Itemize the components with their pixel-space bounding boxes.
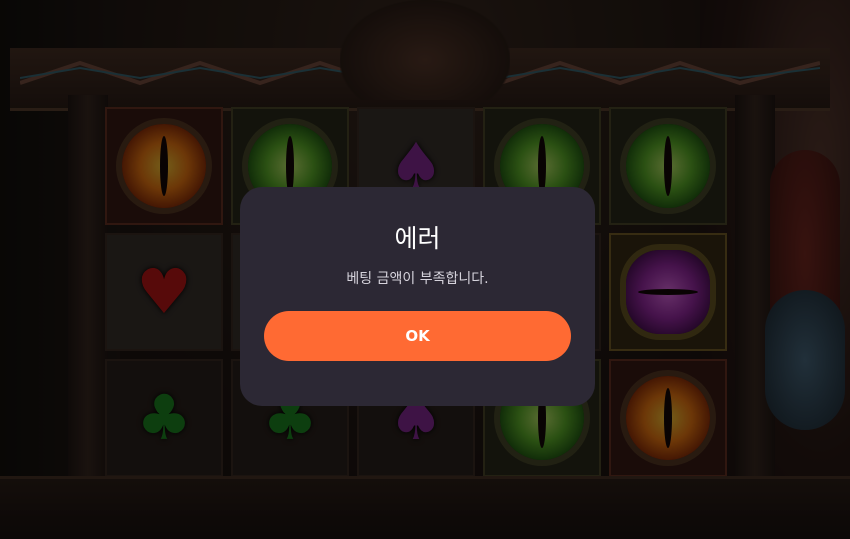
dialog-message: 베팅 금액이 부족합니다. [346, 271, 489, 287]
ok-button[interactable]: OK [264, 311, 571, 361]
dialog-title: 에러 [394, 224, 441, 253]
error-dialog: 에러 베팅 금액이 부족합니다. OK [240, 187, 595, 406]
